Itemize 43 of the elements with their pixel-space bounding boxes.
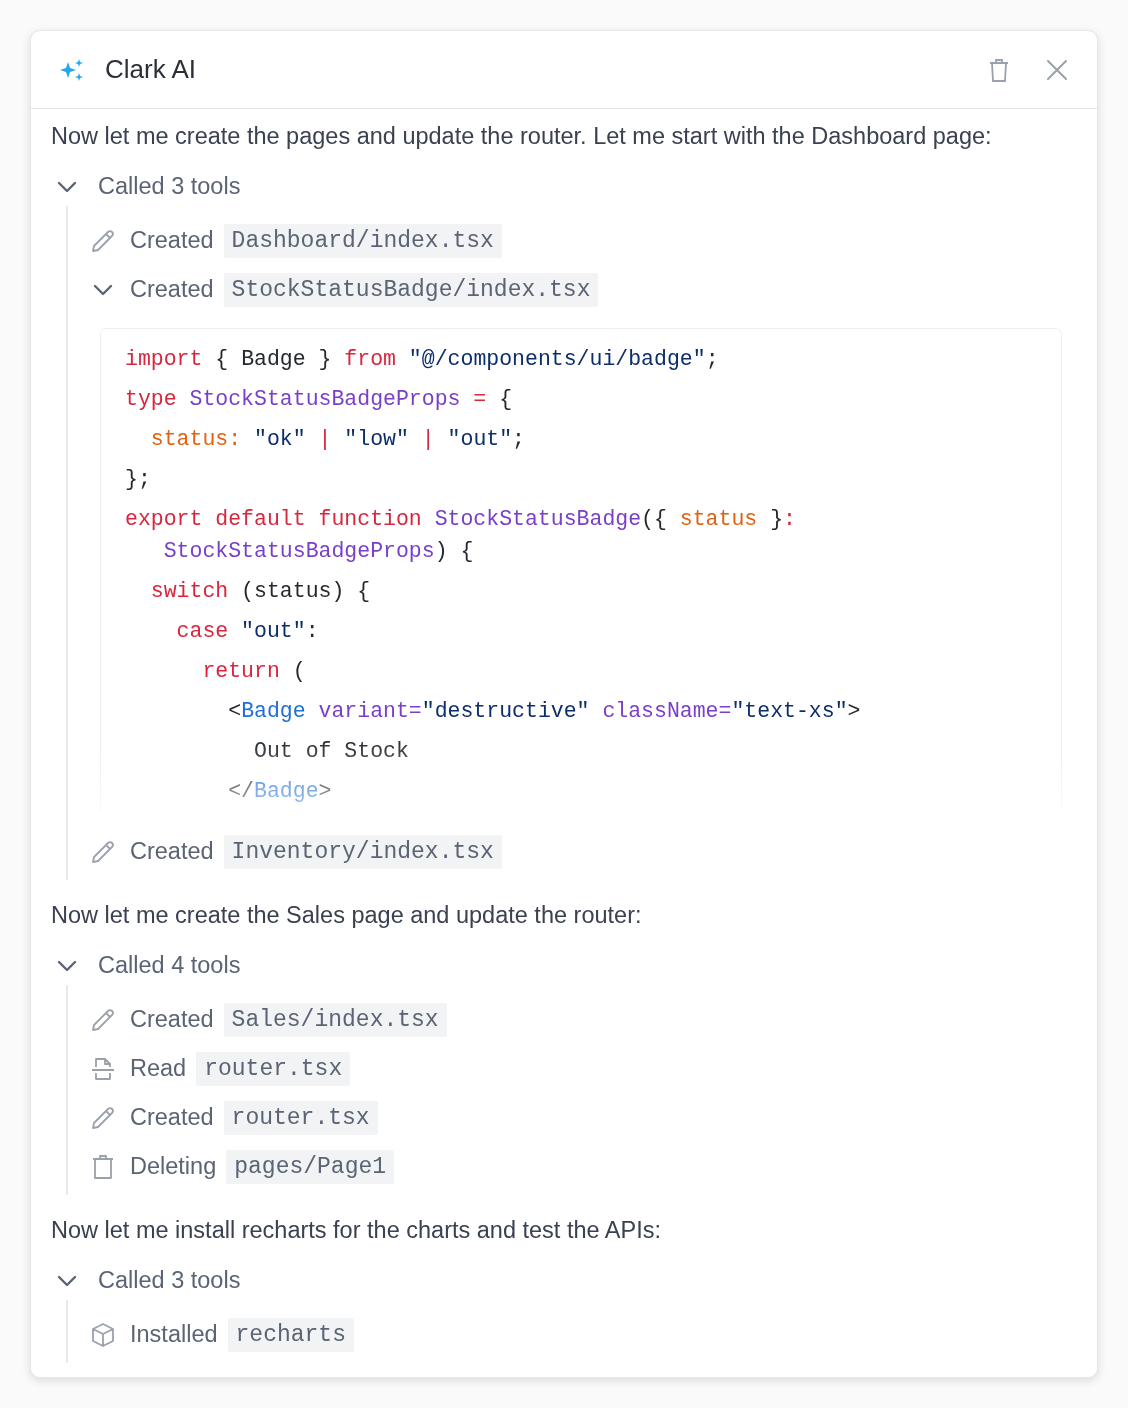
tool-action: Read: [130, 1055, 187, 1082]
code-line: <Badge variant="destructive" className="text-xs">: [227, 698, 862, 725]
cube-icon: [90, 1321, 116, 1348]
tool-action: Deleting: [130, 1153, 217, 1180]
message-text: Now let me install recharts for the charts and test the APIs:: [51, 1216, 662, 1245]
trash-icon: [90, 1153, 116, 1180]
code-line: switch (status) {: [149, 578, 372, 605]
delete-button[interactable]: [987, 56, 1011, 83]
file-path: Inventory/index.tsx: [223, 834, 502, 869]
message-text: Now let me create the pages and update the router. Let me start with the Dashboard page:: [51, 122, 993, 151]
tool-action: Created: [130, 1006, 214, 1033]
tool-group-toggle[interactable]: Called 4 tools: [51, 946, 246, 985]
file-path: Sales/index.tsx: [223, 1002, 447, 1037]
code-line: type StockStatusBadgeProps = {: [125, 386, 514, 413]
tool-group-toggle[interactable]: Called 3 tools: [51, 1261, 246, 1300]
code-line: return (: [201, 658, 307, 685]
pencil-icon: [90, 838, 116, 865]
file-path: router.tsx: [223, 1100, 378, 1135]
file-path: router.tsx: [196, 1051, 351, 1086]
file-path: pages/Page1: [226, 1149, 395, 1184]
code-line: case "out":: [175, 618, 320, 645]
pencil-icon: [90, 227, 116, 254]
tool-action: Installed: [130, 1321, 218, 1348]
code-line: StockStatusBadgeProps) {: [162, 538, 475, 565]
code-line: };: [125, 466, 152, 493]
tool-action: Created: [130, 1104, 214, 1131]
tool-action: Created: [130, 227, 214, 254]
message-text: Now let me create the Sales page and update the router:: [51, 901, 643, 930]
file-path: Dashboard/index.tsx: [223, 223, 502, 258]
file-path: StockStatusBadge/index.tsx: [223, 272, 599, 307]
tool-group-toggle[interactable]: Called 3 tools: [51, 167, 246, 206]
pencil-icon: [90, 1006, 116, 1033]
file-path: recharts: [227, 1317, 354, 1352]
pencil-icon: [90, 1104, 116, 1131]
code-line: import { Badge } from "@/components/ui/badge";: [125, 346, 720, 373]
code-line: status: "ok" | "low" | "out";: [149, 426, 526, 453]
code-line: </Badge>: [227, 778, 333, 805]
code-line: Out of Stock: [253, 738, 410, 765]
tool-action: Created: [130, 276, 214, 303]
tool-action: Created: [130, 838, 214, 865]
code-line: export default function StockStatusBadge({ status }:: [125, 506, 797, 533]
document-icon: [90, 1055, 116, 1082]
window-title: Clark AI: [105, 54, 197, 85]
